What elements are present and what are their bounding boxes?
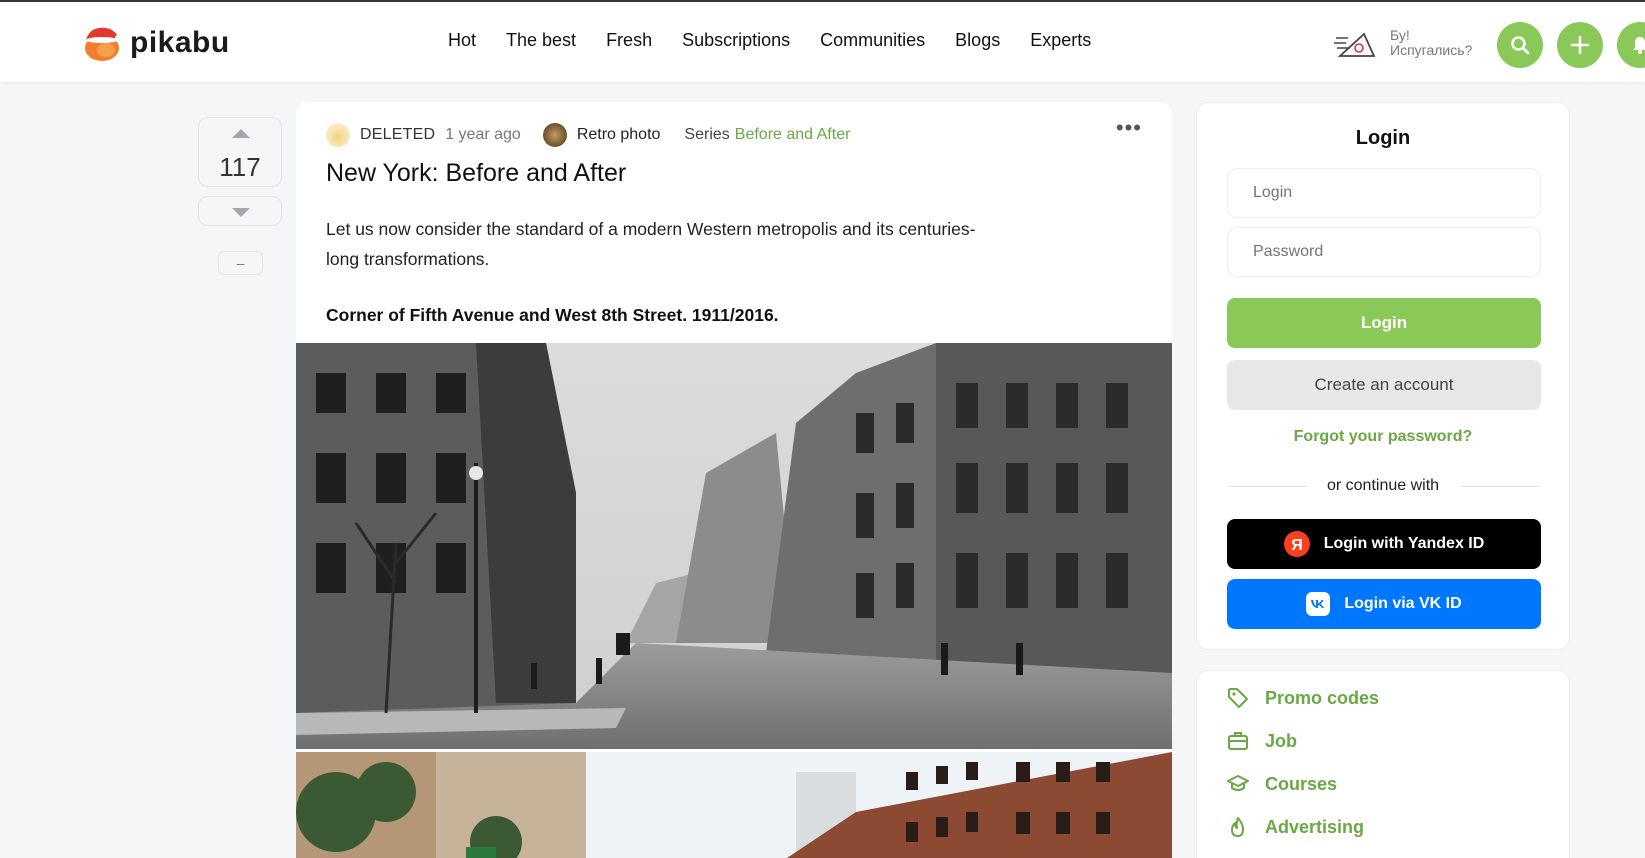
series-label: Series: [684, 126, 730, 143]
story-card: DELETED 1 year ago Retro photo Series Be…: [296, 102, 1172, 858]
ghost-paper-icon: [1334, 32, 1376, 57]
plus-icon: [1570, 35, 1590, 55]
yandex-icon: Я: [1283, 531, 1310, 557]
login-card: Login Login Create an account Forgot you…: [1196, 102, 1570, 650]
series-link[interactable]: Before and After: [735, 126, 851, 144]
boo-line2: Испугались?: [1390, 42, 1473, 58]
vote-widget: 117: [198, 117, 282, 187]
password-input[interactable]: [1227, 227, 1541, 277]
community-name[interactable]: Retro photo: [577, 126, 661, 144]
nav-hot[interactable]: Hot: [448, 30, 476, 51]
story-photo-2016[interactable]: [296, 752, 1172, 858]
tag-icon: [1228, 688, 1248, 708]
site-header: pikabu Hot The best Fresh Subscriptions …: [0, 2, 1645, 82]
logo-text: pikabu: [130, 26, 230, 59]
photo-caption: Corner of Fifth Avenue and West 8th Stre…: [326, 305, 779, 325]
svg-text:Я: Я: [1291, 537, 1303, 554]
sidebar-item-courses[interactable]: Courses: [1227, 773, 1337, 795]
downvote-arrow-icon: [232, 208, 250, 217]
community-avatar[interactable]: [542, 123, 567, 147]
sidebar-item-advertising[interactable]: Advertising: [1227, 816, 1364, 838]
author-avatar[interactable]: [326, 123, 350, 147]
graduation-cap-icon: [1227, 775, 1249, 791]
sidebar-item-job[interactable]: Job: [1227, 730, 1297, 752]
story-photo-1911[interactable]: [296, 343, 1172, 749]
fire-icon: [1231, 817, 1244, 837]
story-title[interactable]: New York: Before and After: [326, 159, 626, 188]
nav-communities[interactable]: Communities: [820, 30, 925, 51]
search-button[interactable]: [1497, 22, 1543, 68]
story-time: 1 year ago: [445, 126, 521, 143]
hide-story-button[interactable]: –: [218, 251, 263, 275]
sidebar-item-label: Courses: [1265, 773, 1338, 794]
sidebar-item-label: Promo codes: [1265, 687, 1380, 708]
boo-banner[interactable]: Бу! Испугались?: [1334, 26, 1472, 60]
story-body: Let us now consider the standard of a mo…: [326, 219, 976, 269]
main-nav: Hot The best Fresh Subscriptions Communi…: [448, 30, 1121, 51]
login-button[interactable]: Login: [1227, 298, 1541, 348]
boo-line1: Бу!: [1390, 27, 1410, 43]
sidebar-links: Promo codes Job Courses Advertising: [1196, 670, 1570, 858]
downvote-button[interactable]: [198, 196, 282, 226]
nav-fresh[interactable]: Fresh: [606, 30, 652, 51]
pikabu-logo-icon: [85, 27, 121, 61]
or-continue-text: or continue with: [1326, 477, 1440, 494]
nav-experts[interactable]: Experts: [1030, 30, 1091, 51]
forgot-password-link[interactable]: Forgot your password?: [1197, 428, 1569, 446]
nav-blogs[interactable]: Blogs: [955, 30, 1000, 51]
bell-icon: [1633, 37, 1645, 54]
vk-icon: [1306, 592, 1331, 616]
historic-street-photo: [296, 343, 1172, 749]
nav-subscriptions[interactable]: Subscriptions: [682, 30, 790, 51]
login-title: Login: [1355, 127, 1411, 149]
sidebar-item-label: Job: [1265, 730, 1298, 751]
modern-street-photo: [296, 752, 1172, 858]
author-name[interactable]: DELETED: [360, 126, 435, 144]
upvote-arrow-icon[interactable]: [230, 126, 252, 140]
logo[interactable]: pikabu: [82, 22, 230, 64]
story-meta: DELETED 1 year ago Retro photo Series Be…: [326, 123, 850, 147]
add-post-button[interactable]: [1557, 22, 1603, 68]
vote-count: 117: [219, 152, 261, 182]
nav-the-best[interactable]: The best: [506, 30, 576, 51]
vk-login-button[interactable]: Login via VK ID: [1227, 579, 1541, 629]
sidebar-item-promo-codes[interactable]: Promo codes: [1227, 687, 1379, 709]
yandex-login-label: Login with Yandex ID: [1323, 535, 1485, 552]
briefcase-icon: [1228, 732, 1248, 750]
notifications-button[interactable]: [1617, 22, 1645, 68]
more-options-icon[interactable]: •••: [1116, 117, 1142, 139]
sidebar-item-label: Advertising: [1265, 816, 1365, 837]
yandex-login-button[interactable]: Я Login with Yandex ID: [1227, 519, 1541, 569]
search-icon: [1511, 36, 1530, 55]
vk-login-label: Login via VK ID: [1344, 595, 1462, 612]
login-input[interactable]: [1227, 168, 1541, 218]
create-account-button[interactable]: Create an account: [1227, 360, 1541, 410]
